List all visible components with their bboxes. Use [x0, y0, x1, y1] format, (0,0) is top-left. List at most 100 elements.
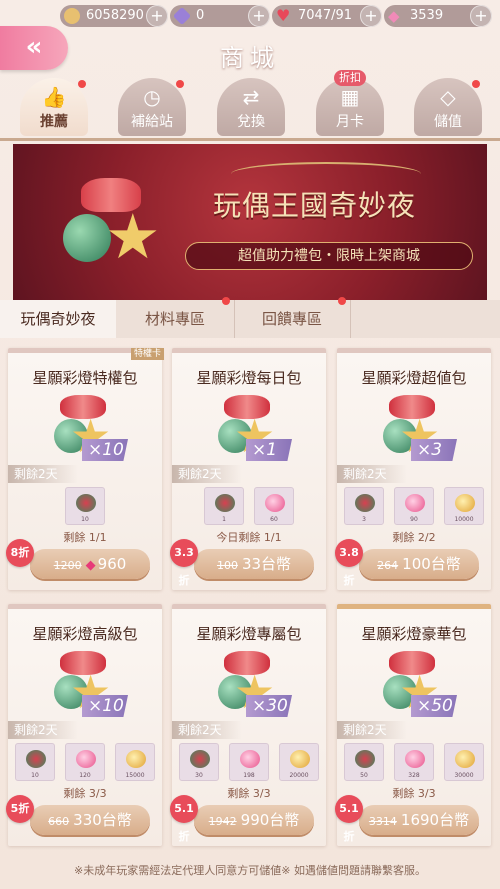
discount-badge: 折扣 — [334, 70, 366, 86]
diamond-counter: ◆ 3539 + — [384, 4, 492, 27]
footer-notice: ※未成年玩家需經法定代理人同意方可儲値※ 如遇儲値問題請聯繫客服。 — [74, 864, 426, 877]
subtab-materials[interactable]: 材料專區 — [116, 297, 234, 338]
original-price: 264 — [377, 559, 399, 572]
tab-monthly-card[interactable]: 折扣 ▦ 月卡 — [316, 70, 384, 136]
pack-name: 星願彩燈超値包 — [361, 369, 467, 387]
item-icon — [126, 750, 146, 768]
pack-item[interactable]: 90 — [394, 487, 434, 525]
pack-card[interactable]: 星願彩燈高級包 ★ ×10 剩餘2天 10 120 15000 剩餘 3/3 660 330台幣 5… — [6, 604, 162, 846]
tab-label: 兌換 — [237, 114, 265, 130]
time-remaining: 剩餘2天 — [172, 721, 242, 739]
gold-value: 6058290 — [86, 8, 144, 23]
pack-card[interactable]: 星願彩燈專屬包 ★ ×30 剩餘2天 30 198 20000 剩餘 3/3 1942 990台幣… — [170, 604, 326, 846]
item-count: 328 — [408, 772, 420, 779]
pack-item[interactable]: 10 — [15, 743, 55, 781]
notification-dot — [472, 80, 480, 88]
add-diamond-button[interactable]: + — [470, 4, 492, 27]
item-icon — [455, 750, 475, 768]
item-icon — [26, 750, 46, 768]
tab-top-up[interactable]: ◇ 儲值 — [414, 78, 482, 136]
buy-button[interactable]: 100 33台幣 — [194, 549, 314, 579]
buy-button[interactable]: 3314 1690台幣 — [359, 805, 479, 835]
buy-button[interactable]: 660 330台幣 — [30, 805, 150, 835]
tab-label: 儲值 — [434, 114, 462, 130]
star-icon: ★ — [105, 200, 161, 273]
pack-item[interactable]: 1 — [204, 487, 244, 525]
tab-exchange[interactable]: ⇄ 兌換 — [217, 78, 285, 136]
pack-contents: 50 328 30000 — [337, 743, 491, 781]
add-stamina-button[interactable]: + — [360, 4, 382, 27]
item-icon — [265, 494, 285, 512]
subtab-rewards[interactable]: 回饋專區 — [234, 297, 350, 338]
item-icon — [355, 494, 375, 512]
pack-item[interactable]: 30 — [179, 743, 219, 781]
discount-badge: 5.1折 — [170, 795, 198, 843]
buy-button[interactable]: 264 100台幣 — [359, 549, 479, 579]
item-icon — [190, 750, 210, 768]
pack-contents: 10 — [8, 487, 162, 525]
pack-contents: 3 90 10000 — [337, 487, 491, 525]
subtab-doll-night[interactable]: 玩偶奇妙夜 — [0, 300, 116, 338]
pack-item[interactable]: 15000 — [115, 743, 155, 781]
tab-recommended[interactable]: 👍 推薦 — [20, 78, 88, 136]
pack-item[interactable]: 3 — [344, 487, 384, 525]
notification-dot — [338, 297, 346, 305]
stamina-counter: ♥ 7047/91 + — [272, 4, 382, 27]
purchase-limit: 剩餘 1/1 — [63, 531, 107, 544]
item-count: 3 — [362, 516, 366, 523]
pack-item[interactable]: 30000 — [444, 743, 484, 781]
pack-name: 星願彩燈特權包 — [32, 369, 138, 387]
tab-label: 推薦 — [40, 114, 68, 130]
item-icon — [290, 750, 310, 768]
event-banner[interactable]: ★ 玩偶王國奇妙夜 超值助力禮包・限時上架商城 — [13, 144, 487, 300]
pack-card[interactable]: 特權卡 星願彩燈特權包 ★ ×10 剩餘2天 10 剩餘 1/1 1200 ◆ 960 8折 — [6, 348, 164, 590]
discount-badge: 3.3折 — [170, 539, 198, 587]
item-count: 10 — [31, 772, 39, 779]
pack-contents: 10 120 15000 — [8, 743, 162, 781]
diamond-icon: ◆ — [85, 558, 96, 573]
pack-item[interactable]: 10000 — [444, 487, 484, 525]
pack-item[interactable]: 10 — [65, 487, 105, 525]
pack-name: 星願彩燈豪華包 — [361, 625, 467, 643]
crystal-value: 0 — [196, 8, 205, 23]
tab-supply-station[interactable]: ◷ 補給站 — [118, 78, 186, 136]
exchange-icon: ⇄ — [242, 85, 260, 109]
item-count: 1 — [222, 516, 226, 523]
pack-item[interactable]: 60 — [254, 487, 294, 525]
sale-price: 100台幣 — [402, 555, 461, 573]
item-count: 198 — [243, 772, 255, 779]
pack-item[interactable]: 198 — [229, 743, 269, 781]
item-count: 50 — [360, 772, 368, 779]
pack-name: 星願彩燈每日包 — [196, 369, 302, 387]
buy-button[interactable]: 1942 990台幣 — [194, 805, 314, 835]
item-count: 10 — [81, 516, 89, 523]
pack-card[interactable]: 星願彩燈每日包 ★ ×1 剩餘2天 1 60 今日剩餘 1/1 100 33台幣 3.3折 — [170, 348, 326, 590]
purchase-limit: 剩餘 3/3 — [63, 787, 107, 800]
subtab-label: 玩偶奇妙夜 — [20, 310, 96, 328]
add-gold-button[interactable]: + — [146, 4, 168, 27]
purple-gem-icon — [172, 6, 192, 25]
pack-item[interactable]: 20000 — [279, 743, 319, 781]
pack-card[interactable]: 星願彩燈超値包 ★ ×3 剩餘2天 3 90 10000 剩餘 2/2 264 100台幣 3.8折 — [335, 348, 491, 590]
sub-tabs: 玩偶奇妙夜 材料專區 回饋專區 — [0, 297, 500, 338]
item-count: 30000 — [454, 772, 474, 779]
pack-item[interactable]: 328 — [394, 743, 434, 781]
item-icon — [215, 494, 235, 512]
sale-price: 33台幣 — [241, 555, 292, 573]
original-price: 660 — [48, 815, 70, 828]
pack-card[interactable]: 星願彩燈豪華包 ★ ×50 剩餘2天 50 328 30000 剩餘 3/3 3314 1690台… — [335, 604, 491, 846]
pack-item[interactable]: 50 — [344, 743, 384, 781]
subtab-divider — [234, 300, 235, 338]
quantity-label: ×50 — [411, 695, 457, 717]
original-price: 1200 — [53, 559, 82, 572]
subtab-label: 材料專區 — [144, 310, 205, 328]
item-count: 15000 — [125, 772, 145, 779]
original-price: 1942 — [208, 815, 237, 828]
add-crystal-button[interactable]: + — [248, 4, 270, 27]
discount-badge: 3.8折 — [335, 539, 363, 587]
sale-price: 990台幣 — [240, 811, 300, 829]
item-icon — [405, 494, 425, 512]
item-icon — [455, 494, 475, 512]
buy-button[interactable]: 1200 ◆ 960 — [30, 549, 150, 579]
pack-item[interactable]: 120 — [65, 743, 105, 781]
